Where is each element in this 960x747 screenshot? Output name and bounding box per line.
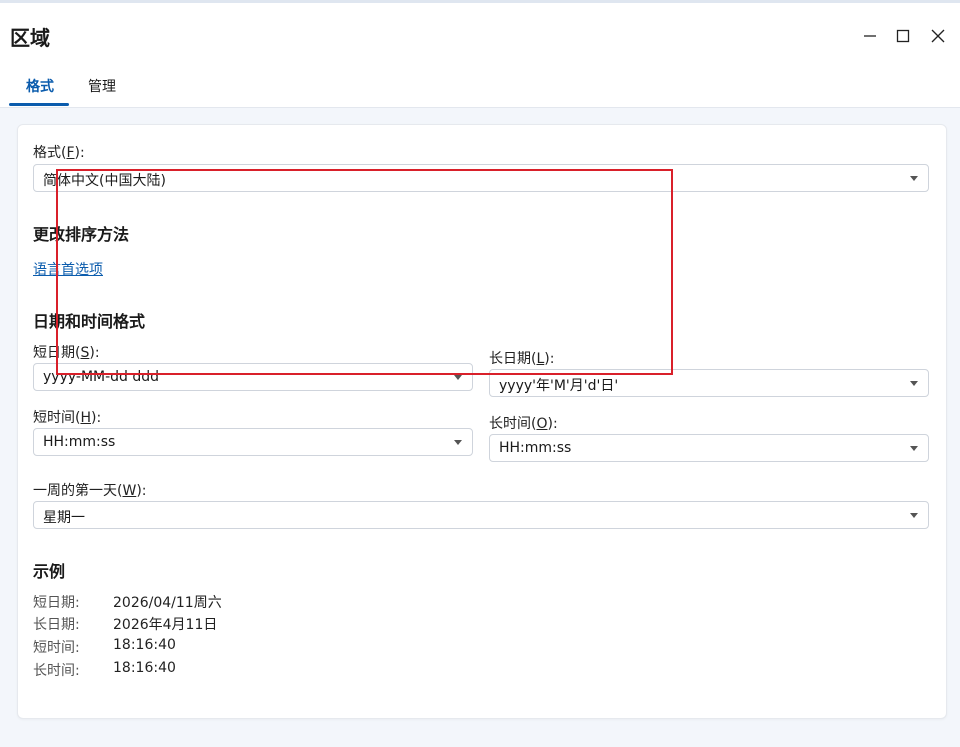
chevron-down-icon xyxy=(454,440,462,445)
chevron-down-icon xyxy=(910,513,918,518)
first-day-select[interactable]: 星期一 xyxy=(33,501,929,529)
first-day-value: 星期一 xyxy=(43,510,85,526)
long-date-label: 长日期(L): xyxy=(489,351,555,367)
long-time-value: HH:mm:ss xyxy=(499,440,572,456)
first-day-label: 一周的第一天(W): xyxy=(33,483,147,499)
short-time-select[interactable]: HH:mm:ss xyxy=(33,428,473,456)
chevron-down-icon xyxy=(454,375,462,380)
title-bar: 区域 xyxy=(0,3,960,65)
example-value: 2026年4月11日 xyxy=(113,617,218,633)
example-key: 短日期: xyxy=(33,595,80,611)
minimize-icon xyxy=(864,35,876,37)
short-time-value: HH:mm:ss xyxy=(43,434,116,450)
format-label: 格式(F): xyxy=(33,145,85,161)
chevron-down-icon xyxy=(910,446,918,451)
tab-format[interactable]: 格式 xyxy=(24,76,56,96)
datetime-section-title: 日期和时间格式 xyxy=(33,312,146,331)
language-preferences-link[interactable]: 语言首选项 xyxy=(33,259,103,279)
maximize-icon xyxy=(896,29,910,43)
example-value: 18:16:40 xyxy=(113,660,176,676)
sort-section-title: 更改排序方法 xyxy=(33,225,130,244)
example-value: 2026/04/11周六 xyxy=(113,595,222,611)
format-select[interactable]: 简体中文(中国大陆) xyxy=(33,164,929,192)
close-icon xyxy=(931,29,945,43)
maximize-button[interactable] xyxy=(886,19,920,53)
long-time-label: 长时间(O): xyxy=(489,416,558,432)
format-value: 简体中文(中国大陆) xyxy=(43,173,166,189)
short-date-label: 短日期(S): xyxy=(33,345,100,361)
active-tab-indicator xyxy=(9,103,69,106)
chevron-down-icon xyxy=(910,176,918,181)
minimize-button[interactable] xyxy=(853,19,887,53)
tab-manage[interactable]: 管理 xyxy=(86,76,118,96)
examples-section-title: 示例 xyxy=(33,562,66,581)
example-key: 长时间: xyxy=(33,663,80,679)
example-value: 18:16:40 xyxy=(113,637,176,653)
long-date-value: yyyy'年'M'月'd'日' xyxy=(499,378,619,394)
short-date-value: yyyy-MM-dd ddd xyxy=(43,369,160,385)
window-title: 区域 xyxy=(10,26,50,50)
chevron-down-icon xyxy=(910,381,918,386)
tab-bar: 格式 管理 xyxy=(0,65,960,108)
example-key: 长日期: xyxy=(33,617,80,633)
short-time-label: 短时间(H): xyxy=(33,410,102,426)
short-date-select[interactable]: yyyy-MM-dd ddd xyxy=(33,363,473,391)
long-time-select[interactable]: HH:mm:ss xyxy=(489,434,929,462)
long-date-select[interactable]: yyyy'年'M'月'd'日' xyxy=(489,369,929,397)
example-key: 短时间: xyxy=(33,640,80,656)
close-button[interactable] xyxy=(921,19,955,53)
